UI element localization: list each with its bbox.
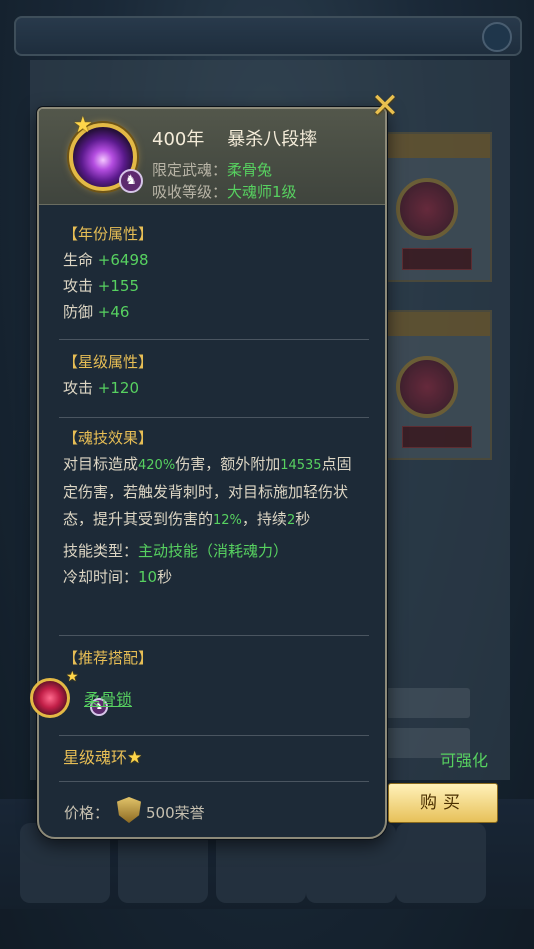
divider (59, 339, 369, 340)
attr-value: +120 (97, 379, 139, 397)
star-icon: ★ (73, 113, 93, 138)
year-attr-title: 【年份属性】 (63, 225, 154, 243)
weapon-line: 限定武魂：柔骨兔 (152, 159, 272, 180)
skill-description: 对目标造成420%伤害，额外附加14535点固定伤害，若触发背刺时，对目标施加轻… (63, 451, 365, 534)
close-icon[interactable]: ✕ (369, 89, 401, 123)
buy-button[interactable]: 购买 (388, 783, 498, 823)
tooltip-header: ★ ♞ 400年 暴杀八段摔 限定武魂：柔骨兔 吸收等级：大魂师1级 (39, 109, 385, 205)
star-ring-row: 星级魂环★ (63, 745, 365, 771)
skill-tooltip-panel: ★ ♞ 400年 暴杀八段摔 限定武魂：柔骨兔 吸收等级：大魂师1级 【年份属性… (37, 107, 387, 839)
skill-effect-title: 【魂技效果】 (63, 429, 154, 447)
skill-title: 400年 暴杀八段摔 (152, 129, 318, 150)
desc-text: ，持续 (241, 510, 287, 528)
attr-row: 攻击 +155 (63, 273, 365, 299)
level-label: 吸收等级： (152, 183, 228, 201)
skill-effect-section: 【魂技效果】 对目标造成420%伤害，额外附加14535点固定伤害，若触发背刺时… (63, 425, 365, 590)
cooldown-row: 冷却时间：10秒 (63, 564, 365, 590)
recommend-title: 【推荐搭配】 (63, 649, 154, 667)
attr-value: +6498 (97, 251, 149, 269)
attr-row: 攻击 +120 (63, 375, 365, 401)
desc-value: 14535 (280, 458, 322, 473)
star-icon: ★ (127, 748, 143, 768)
year-attr-section: 【年份属性】 生命 +6498 攻击 +155 防御 +46 (63, 221, 365, 325)
attr-row: 生命 +6498 (63, 247, 365, 273)
skill-type-row: 技能类型：主动技能（消耗魂力） (63, 538, 365, 564)
cooldown-label: 冷却时间： (63, 568, 139, 586)
star-ring-section: 星级魂环★ (63, 745, 365, 771)
skill-type-value: 主动技能（消耗魂力） (138, 542, 289, 560)
star-icon: ★ (66, 669, 79, 685)
recommend-section: 【推荐搭配】 (63, 645, 365, 671)
divider (59, 417, 369, 418)
cooldown-unit: 秒 (157, 568, 173, 586)
level-value: 大魂师1级 (227, 183, 297, 201)
divider (59, 781, 369, 782)
skill-type-label: 技能类型： (63, 542, 139, 560)
desc-text: 对目标造成 (63, 455, 139, 473)
divider (59, 735, 369, 736)
star-ring-label: 星级魂环 (63, 748, 128, 767)
recommend-item-icon[interactable] (30, 678, 70, 718)
divider (59, 635, 369, 636)
desc-text: 伤害，额外附加 (175, 455, 281, 473)
desc-text: 秒 (295, 510, 311, 528)
attr-name: 生命 (63, 251, 94, 269)
desc-value: 12% (213, 513, 242, 528)
enhance-status: 可强化 (439, 751, 488, 770)
level-line: 吸收等级：大魂师1级 (152, 181, 297, 202)
star-attr-section: 【星级属性】 攻击 +120 (63, 349, 365, 401)
rabbit-badge-icon: ♞ (119, 169, 143, 193)
recommend-item-link[interactable]: 柔骨锁 (84, 686, 132, 710)
attr-value: +46 (97, 303, 130, 321)
attr-name: 攻击 (63, 277, 94, 295)
cooldown-value: 10 (138, 568, 158, 586)
weapon-label: 限定武魂： (152, 161, 228, 179)
attr-name: 防御 (63, 303, 94, 321)
desc-value: 2 (286, 513, 296, 528)
attr-value: +155 (97, 277, 139, 295)
attr-name: 攻击 (63, 379, 94, 397)
price-label: 价格： (64, 804, 110, 822)
star-attr-title: 【星级属性】 (63, 353, 154, 371)
weapon-value: 柔骨兔 (227, 161, 273, 179)
price-value: 500荣誉 (146, 804, 205, 822)
attr-row: 防御 +46 (63, 299, 365, 325)
desc-value: 420% (138, 458, 176, 473)
